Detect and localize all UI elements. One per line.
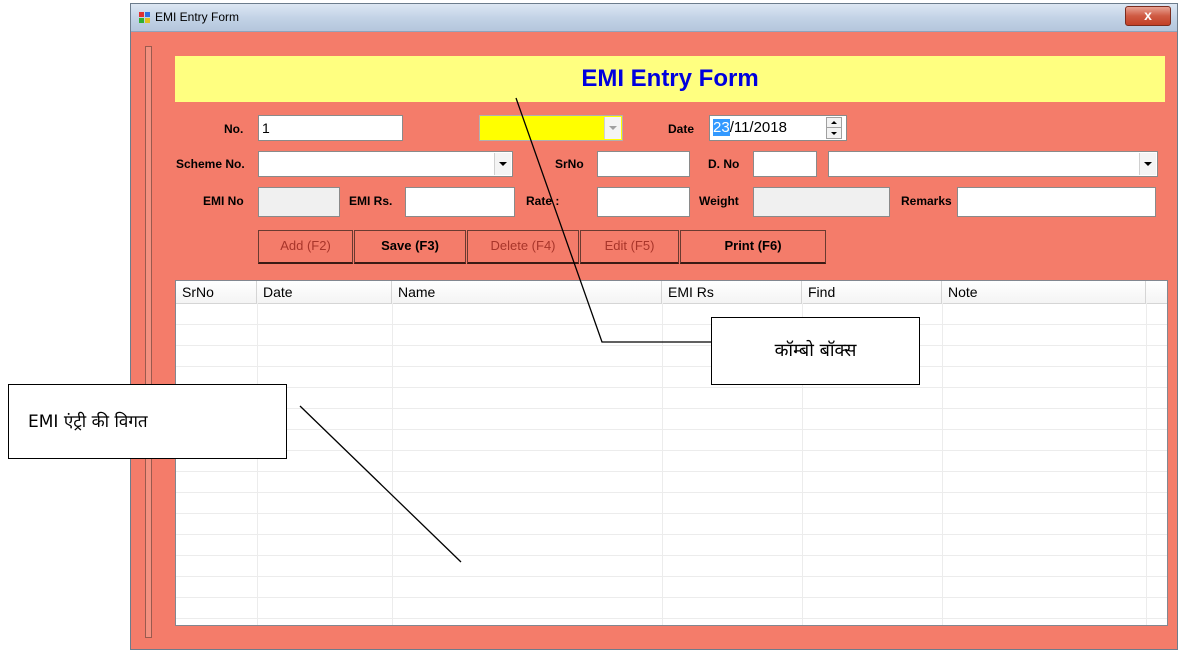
grid-pointer [299,405,462,563]
combo-box-pointer [515,97,711,343]
callout-pointer-lines [299,97,711,563]
